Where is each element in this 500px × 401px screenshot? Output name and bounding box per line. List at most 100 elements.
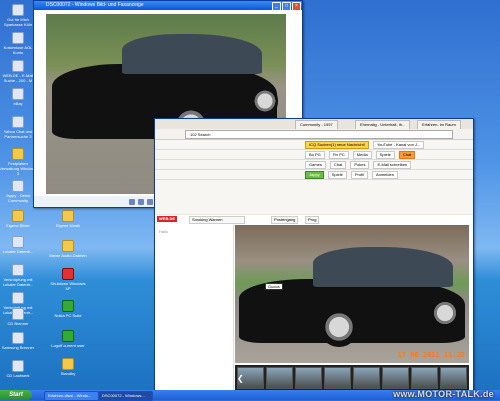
tab-label: Ehemalig - Unterhalt, Ih... [360, 122, 406, 127]
taskbar: Start Erfahren-dfusi - Windo... DSC00072… [0, 389, 500, 401]
desktop-icon-label: Verknüpfung mit Lokaler Datentr... [2, 277, 34, 287]
thumbnail[interactable] [382, 367, 409, 389]
folder-icon [62, 240, 74, 252]
thumbnail[interactable] [295, 367, 322, 389]
desktop-icon[interactable]: Verknüpfung mit Lokaler Datentr... [0, 264, 38, 287]
thumbnail[interactable] [353, 367, 380, 389]
photo-caption: Gucca [265, 283, 283, 290]
toolbar-button[interactable]: Chat [398, 150, 416, 159]
next-icon[interactable] [138, 198, 144, 205]
browser-tabstrip: Community - 1997 Ehemalig - Unterhalt, I… [155, 119, 473, 129]
desktop-icon[interactable]: Samsung Brenner [0, 332, 38, 350]
browser-toolbars: ICQ Suchen(1) neue Nachricht! YouTube - … [155, 140, 473, 214]
toolbar-button[interactable]: Spiele [327, 170, 347, 179]
start-button[interactable]: Start [0, 390, 32, 400]
page-sidebar: Hallo [155, 225, 234, 393]
folder-icon [12, 148, 24, 160]
desktop-icon[interactable]: CD Brenner [0, 308, 38, 326]
car-windows [122, 34, 262, 74]
chevron-left-icon[interactable]: ❮ [237, 374, 244, 383]
car-windows [313, 247, 453, 287]
desktop-icon[interactable]: Standby [48, 358, 88, 376]
desktop-icon[interactable]: Shutdown Windows XP [48, 268, 88, 291]
minimize-button[interactable]: _ [272, 2, 281, 10]
cd-icon [12, 308, 24, 320]
prev-icon[interactable] [129, 198, 135, 205]
tab-community[interactable]: Community - 1997 [295, 120, 338, 129]
desktop-icon[interactable]: Lokaler Datentr... [0, 236, 38, 254]
desktop-icon-label: eBay [13, 101, 23, 106]
phone-icon [62, 300, 74, 312]
toolbar-row-3: Games Chat Pokes E-Mail schreiben [155, 160, 473, 170]
folder-icon [12, 210, 24, 222]
desktop-icon-label: Yahoo Chat und Partnersuche 3 [3, 129, 33, 139]
car-image [239, 239, 467, 359]
toolbar-button[interactable]: Anmelden [371, 170, 398, 179]
thumbnail[interactable] [411, 367, 438, 389]
toolbar-button[interactable]: Profil [350, 170, 368, 179]
toolbar-button[interactable]: E-Mail schreiben [373, 160, 412, 169]
app-icon [12, 60, 24, 72]
desktop-icon-label: CD Laufwerk [6, 373, 30, 378]
viewer-titlebar[interactable]: DSC00072 - Windows Bild- und Faxanzeige … [34, 1, 302, 10]
tab-unterhalt[interactable]: Ehemalig - Unterhalt, Ih... [355, 120, 411, 129]
desktop-icon[interactable]: Meine Audio-Dateien [48, 240, 88, 258]
desktop-icon-label: WEB.DE - E-Mail Suche - 200 - M [2, 73, 34, 83]
tab-erfahren[interactable]: Erfahren- im Raum [417, 120, 461, 129]
maximize-button[interactable]: □ [282, 2, 291, 10]
toolbar-button[interactable]: Jappy [305, 170, 324, 179]
desktop-icon-label: Eigene Bilder [6, 223, 30, 228]
tab-label: Community - 1997 [300, 122, 333, 127]
shutdown-icon [62, 268, 74, 280]
desktop-icon[interactable]: CD Laufwerk [0, 360, 38, 378]
address-input[interactable]: 102 Search [185, 130, 453, 139]
toolbar-button[interactable]: Media [352, 150, 372, 159]
watermark: www.MOTOR-TALK.de [393, 389, 494, 399]
desktop-icon[interactable]: Logoff current user [48, 330, 88, 348]
sidebar-label: Hallo [159, 229, 169, 234]
address-text: 102 Search [190, 132, 211, 137]
app-icon [12, 116, 24, 128]
desktop-icon-label: Eigene Musik [55, 223, 80, 228]
cd-icon [12, 360, 24, 372]
desktop-icon-label: Festplatten Verwaltung Windows 3 [0, 161, 37, 176]
webde-logo[interactable]: WEB.DE [157, 216, 177, 222]
icq-button[interactable]: ICQ Suchen(1) neue Nachricht! [305, 140, 369, 149]
cd-icon [12, 332, 24, 344]
folder-icon [62, 210, 74, 222]
toolbar-button[interactable]: Games [305, 160, 326, 169]
thumbnail-strip [235, 365, 469, 391]
toolbar-button[interactable]: Bo PG [305, 150, 325, 159]
desktop-icon-label: Meine Audio-Dateien [49, 253, 87, 258]
page-content: WEB.DE Smoking Warnen Postengang Prog Ha… [155, 215, 473, 393]
page-button[interactable]: Prog [305, 216, 320, 224]
toolbar-button[interactable]: Pokes [350, 160, 370, 169]
thumbnail[interactable] [440, 367, 467, 389]
thumbnail[interactable] [266, 367, 293, 389]
thumbnail[interactable] [324, 367, 351, 389]
app-icon [12, 88, 24, 100]
toolbar-button[interactable]: Spiele [375, 150, 395, 159]
desktop-icon[interactable]: Nokia PC Suite [48, 300, 88, 318]
desktop-icon-label: Logoff current user [51, 343, 85, 348]
address-bar: 102 Search [155, 129, 473, 140]
desktop-icon-label: Shutdown Windows XP [50, 281, 86, 291]
browser-window[interactable]: Community - 1997 Ehemalig - Unterhalt, I… [154, 118, 474, 394]
desktop-icon[interactable]: Eigene Musik [48, 210, 88, 228]
main-car-photo[interactable]: Gucca 17 06 2011 11:28 [235, 225, 469, 363]
toolbar-button[interactable]: Fix PC [328, 150, 349, 159]
page-search-input[interactable]: Smoking Warnen [189, 216, 245, 224]
car-wheel [431, 295, 459, 331]
youtube-button[interactable]: YouTube - Kanal von J... [372, 140, 425, 149]
desktop-icon-label: Samsung Brenner [1, 345, 35, 350]
toolbar-row-1: ICQ Suchen(1) neue Nachricht! YouTube - … [155, 140, 473, 150]
standby-icon [62, 358, 74, 370]
date-stamp: 17 06 2011 11:28 [397, 351, 465, 359]
toolbar-row-4: Jappy Spiele Profil Anmelden [155, 170, 473, 180]
fit-icon[interactable] [147, 198, 153, 205]
page-button[interactable]: Postengang [271, 216, 299, 224]
close-button[interactable]: × [292, 2, 301, 10]
desktop-icon[interactable]: Eigene Bilder [0, 210, 38, 228]
logoff-icon [62, 330, 74, 342]
toolbar-button[interactable]: Chat [329, 160, 347, 169]
